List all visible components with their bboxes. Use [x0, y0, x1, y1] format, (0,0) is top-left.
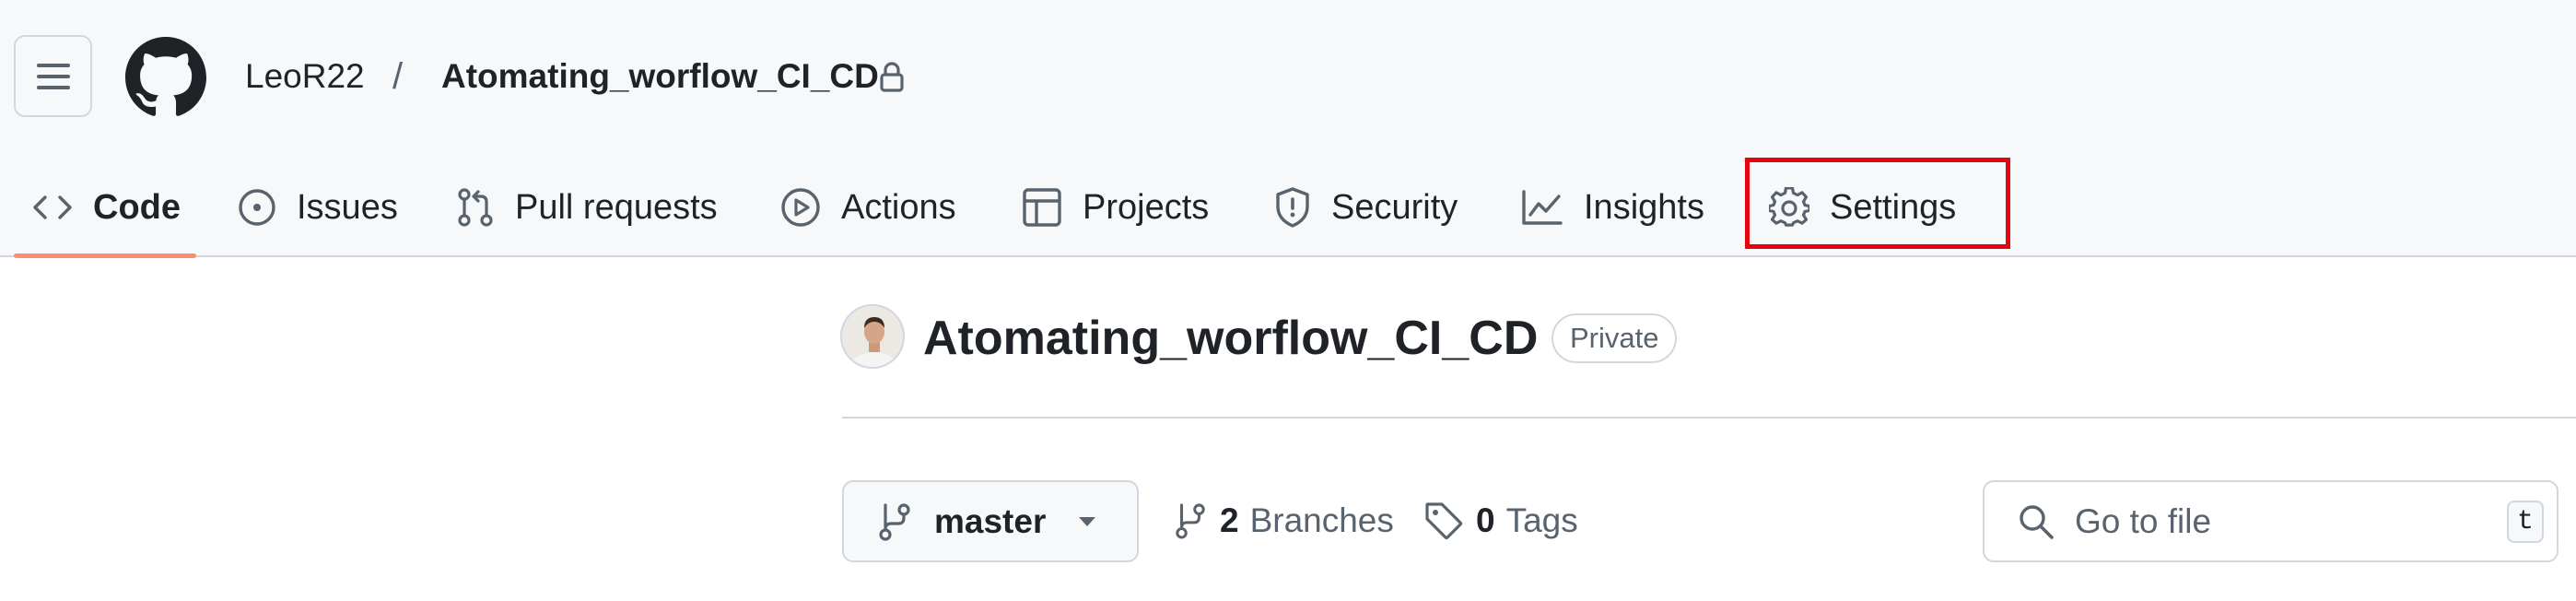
breadcrumb-owner-link[interactable]: LeoR22	[245, 53, 365, 100]
table-icon	[1023, 188, 1061, 227]
branches-link[interactable]: 2 Branches	[1174, 493, 1394, 548]
keyboard-shortcut-hint: t	[2507, 501, 2544, 543]
tab-actions[interactable]: Actions	[780, 159, 956, 256]
git-branch-icon	[879, 502, 910, 541]
tab-issues[interactable]: Issues	[238, 159, 398, 256]
tags-count: 0	[1476, 501, 1495, 539]
tab-pull-requests-label: Pull requests	[515, 187, 718, 227]
avatar[interactable]	[840, 304, 905, 369]
go-to-file-field[interactable]: t	[1983, 480, 2558, 562]
tab-security[interactable]: Security	[1274, 159, 1458, 256]
git-pull-request-icon	[458, 188, 493, 227]
tab-insights-label: Insights	[1584, 187, 1704, 227]
lock-icon	[880, 62, 904, 92]
issue-opened-icon	[239, 189, 275, 226]
branches-count: 2	[1220, 501, 1239, 539]
global-menu-button[interactable]	[14, 35, 92, 117]
tags-link[interactable]: 0 Tags	[1424, 493, 1578, 548]
tab-security-label: Security	[1331, 187, 1458, 227]
visibility-badge: Private	[1551, 313, 1678, 363]
play-icon	[781, 188, 820, 227]
search-icon	[2020, 504, 2054, 539]
tags-label: Tags	[1505, 501, 1578, 539]
github-logo-icon[interactable]	[125, 37, 206, 118]
breadcrumb-separator: /	[392, 56, 404, 97]
git-branch-icon	[1176, 503, 1205, 539]
selected-tab-indicator	[14, 253, 196, 258]
tab-issues-label: Issues	[297, 187, 398, 227]
title-divider	[842, 417, 2576, 418]
branch-select-button[interactable]: master	[842, 480, 1139, 562]
tab-code-label: Code	[93, 187, 181, 227]
settings-highlight-box	[1745, 158, 2010, 249]
graph-icon	[1522, 190, 1563, 225]
repo-header: LeoR22 / Atomating_worflow_CI_CD Code Is…	[0, 0, 2576, 258]
tag-icon	[1425, 502, 1463, 540]
tab-pull-requests[interactable]: Pull requests	[456, 159, 718, 256]
code-icon	[33, 195, 72, 219]
hamburger-icon	[36, 63, 70, 89]
repo-title[interactable]: Atomating_worflow_CI_CD	[923, 309, 1538, 368]
triangle-down-icon	[1079, 516, 1096, 526]
avatar-person-icon	[842, 306, 903, 367]
tab-projects[interactable]: Projects	[1022, 159, 1209, 256]
branch-name: master	[934, 501, 1047, 540]
tab-actions-label: Actions	[841, 187, 956, 227]
tab-projects-label: Projects	[1083, 187, 1210, 227]
shield-icon	[1276, 187, 1309, 228]
tab-code[interactable]: Code	[14, 159, 196, 258]
branches-label: Branches	[1249, 501, 1394, 539]
tab-insights[interactable]: Insights	[1521, 159, 1704, 256]
breadcrumb-repo-link[interactable]: Atomating_worflow_CI_CD	[441, 53, 879, 100]
go-to-file-input[interactable]	[2075, 501, 2480, 541]
